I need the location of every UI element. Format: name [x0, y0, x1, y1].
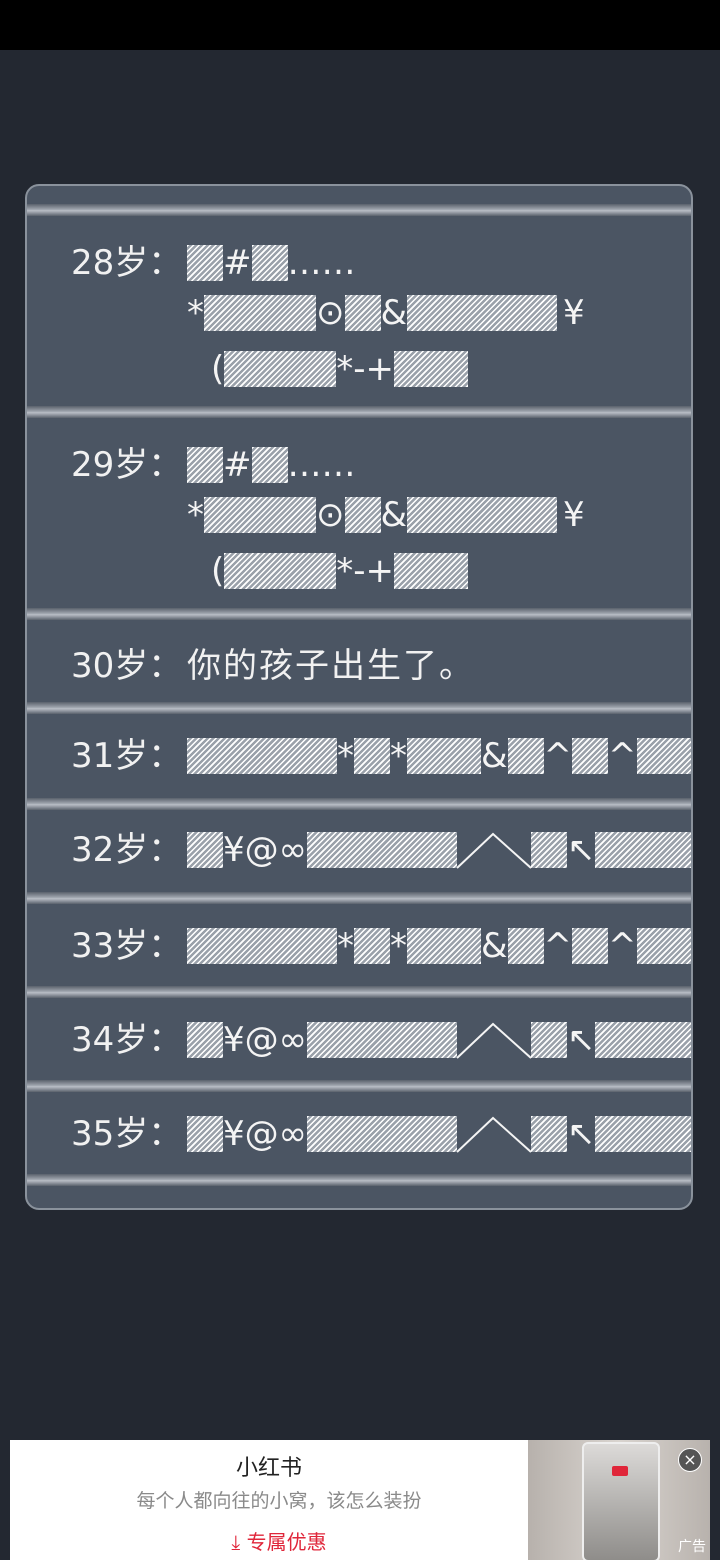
age-label: 28岁：: [71, 243, 183, 283]
ad-cta-button[interactable]: ⤓ 专属优惠: [10, 1526, 548, 1555]
age-label: 33岁：: [71, 926, 183, 966]
divider: [27, 204, 691, 216]
garbled-text-line: #……: [187, 445, 356, 485]
garbled-text-line: * * & ^ ^: [187, 736, 691, 776]
brand-logo: [612, 1466, 628, 1476]
status-bar: [0, 0, 720, 50]
garbled-text-line: (*-+: [211, 349, 469, 389]
download-arrow-icon: ⤓: [231, 1530, 241, 1554]
close-icon[interactable]: ×: [678, 1448, 702, 1472]
life-events-panel: 28岁： #…… * ⊙ & ¥ (*-+ 29岁： #…… * ⊙ & ¥ (*-+ 30…: [25, 184, 693, 1210]
event-text: 你的孩子出生了。: [187, 646, 475, 686]
divider: [27, 608, 691, 620]
garbled-text-line: ¥@∞ ↖: [187, 830, 691, 870]
divider: [27, 892, 691, 904]
age-label: 34岁：: [71, 1020, 183, 1060]
age-label: 30岁：: [71, 646, 183, 686]
ad-tag: 广告: [678, 1539, 706, 1555]
age-label: 32岁：: [71, 830, 183, 870]
ad-subtitle: 每个人都向往的小窝，该怎么装扮: [136, 1490, 422, 1512]
garbled-text-line: (*-+: [211, 551, 469, 591]
divider: [27, 406, 691, 418]
divider: [27, 1174, 691, 1186]
garbled-text-line: * ⊙ & ¥: [187, 293, 585, 333]
garbled-text-line: #……: [187, 243, 356, 283]
garbled-text-line: * * & ^ ^: [187, 926, 691, 966]
ad-cta-label: 专属优惠: [246, 1530, 327, 1554]
garbled-text-line: * ⊙ & ¥: [187, 495, 585, 535]
divider: [27, 702, 691, 714]
divider: [27, 1080, 691, 1092]
divider: [27, 986, 691, 998]
age-label: 35岁：: [71, 1114, 183, 1154]
garbled-text-line: ¥@∞ ↖: [187, 1114, 691, 1154]
divider: [27, 798, 691, 810]
phone-mockup-image: [582, 1442, 660, 1560]
ad-title: 小红书: [235, 1456, 302, 1481]
age-label: 31岁：: [71, 736, 183, 776]
ad-image[interactable]: × 广告: [528, 1440, 710, 1560]
ad-banner[interactable]: 小红书 每个人都向往的小窝，该怎么装扮 ⤓ 专属优惠 × 广告: [10, 1440, 710, 1560]
garbled-text-line: ¥@∞ ↖: [187, 1020, 691, 1060]
age-label: 29岁：: [71, 445, 183, 485]
